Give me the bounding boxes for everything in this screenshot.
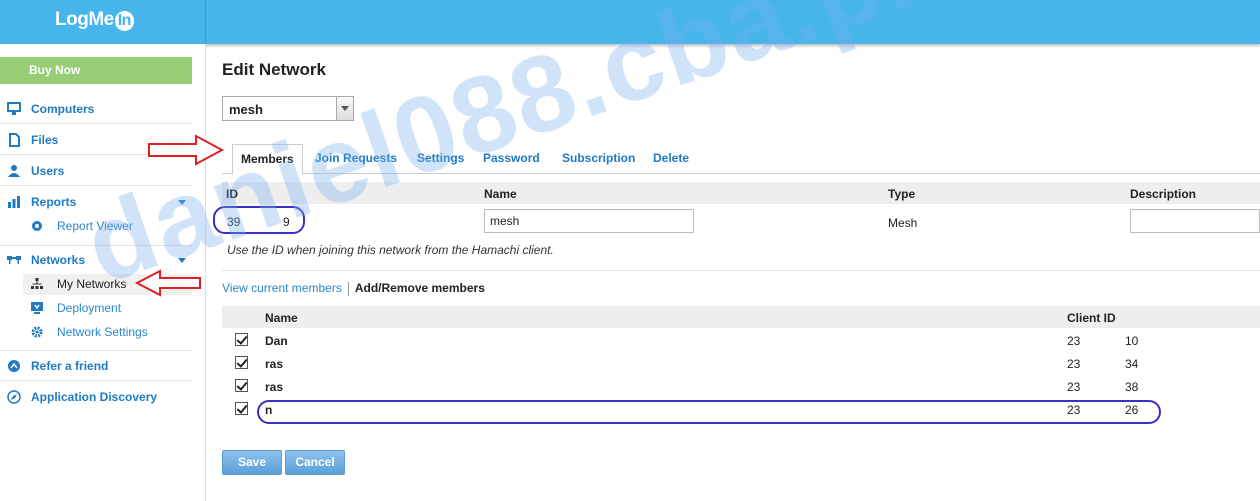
top-header: LogMe In: [0, 0, 1260, 44]
user-icon: [8, 165, 20, 177]
save-button[interactable]: Save: [222, 450, 282, 475]
id-highlight-ellipse: [213, 206, 305, 234]
tab-password[interactable]: Password: [483, 144, 540, 174]
share-icon: [8, 360, 20, 372]
chevron-down-icon[interactable]: [336, 97, 353, 120]
member-checkbox[interactable]: [235, 379, 248, 392]
id-hint-text: Use the ID when joining this network fro…: [227, 243, 554, 257]
sidebar-item-label: Application Discovery: [31, 390, 158, 404]
view-current-members-link[interactable]: View current members: [222, 281, 342, 295]
bar-chart-icon: [8, 196, 20, 208]
arrow-right-icon: [148, 134, 225, 166]
arrow-left-icon: [134, 269, 201, 297]
member-checkbox[interactable]: [235, 333, 248, 346]
tab-delete[interactable]: Delete: [653, 144, 689, 174]
network-description-input[interactable]: [1130, 209, 1260, 233]
buy-now-button[interactable]: Buy Now: [0, 57, 192, 84]
sidebar-item-label: Computers: [31, 102, 95, 116]
network-type-value: Mesh: [888, 216, 918, 230]
tab-subscription[interactable]: Subscription: [562, 144, 635, 174]
chevron-down-icon[interactable]: [178, 258, 186, 263]
member-view-switch: View current members Add/Remove members: [222, 281, 485, 296]
member-checkbox[interactable]: [235, 356, 248, 369]
gear-icon: [31, 326, 43, 338]
logo-area: LogMe In: [0, 0, 206, 44]
chevron-down-icon[interactable]: [178, 200, 186, 205]
sidebar-item-refer-a-friend[interactable]: Refer a friend: [0, 351, 192, 381]
column-header-client-id: Client ID: [1067, 311, 1116, 325]
member-checkbox[interactable]: [235, 402, 248, 415]
divider: [222, 270, 1260, 271]
sidebar-item-label: Refer a friend: [31, 359, 109, 373]
column-header-description: Description: [1130, 187, 1197, 201]
sidebar-item-report-viewer[interactable]: Report Viewer: [23, 216, 192, 237]
cancel-button[interactable]: Cancel: [285, 450, 345, 475]
report-viewer-icon: [32, 221, 42, 231]
sidebar-item-label: Networks: [31, 253, 86, 267]
sidebar-item-deployment[interactable]: Deployment: [23, 298, 192, 319]
network-table-header: ID Name Type Description: [222, 182, 1260, 204]
add-remove-members-label: Add/Remove members: [354, 281, 485, 295]
page-title: Edit Network: [222, 60, 326, 79]
deployment-icon: [31, 302, 43, 314]
sidebar-item-network-settings[interactable]: Network Settings: [23, 322, 192, 343]
members-table-header: Name Client ID: [222, 306, 1260, 328]
sidebar-item-application-discovery[interactable]: Application Discovery: [0, 382, 192, 412]
sidebar-item-label: Files: [31, 133, 59, 147]
member-highlight-ellipse: [257, 400, 1161, 424]
tab-settings[interactable]: Settings: [417, 144, 464, 174]
tab-bar: Members Join Requests Settings Password …: [222, 144, 1260, 175]
network-name-input[interactable]: [484, 209, 694, 233]
network-icon: [7, 256, 21, 264]
tab-join-requests[interactable]: Join Requests: [315, 144, 397, 174]
hierarchy-icon: [31, 278, 43, 289]
logmein-logo[interactable]: LogMe In: [55, 9, 134, 31]
file-icon: [9, 133, 20, 147]
table-row: Dan 23 10: [222, 329, 1260, 352]
column-header-id: ID: [226, 187, 238, 201]
table-row: ras 23 38: [222, 375, 1260, 398]
table-row: ras 23 34: [222, 352, 1260, 375]
sidebar-item-label: Users: [31, 164, 65, 178]
column-header-member-name: Name: [265, 311, 298, 325]
column-header-name: Name: [484, 187, 517, 201]
network-select[interactable]: mesh: [222, 96, 354, 121]
sidebar-item-computers[interactable]: Computers: [0, 94, 192, 124]
tab-members[interactable]: Members: [232, 144, 303, 175]
compass-icon: [7, 390, 21, 404]
separator: [347, 281, 349, 296]
column-header-type: Type: [888, 187, 916, 201]
sidebar-item-label: Reports: [31, 195, 77, 209]
sidebar-item-reports[interactable]: Reports: [0, 187, 192, 217]
monitor-icon: [7, 102, 21, 115]
